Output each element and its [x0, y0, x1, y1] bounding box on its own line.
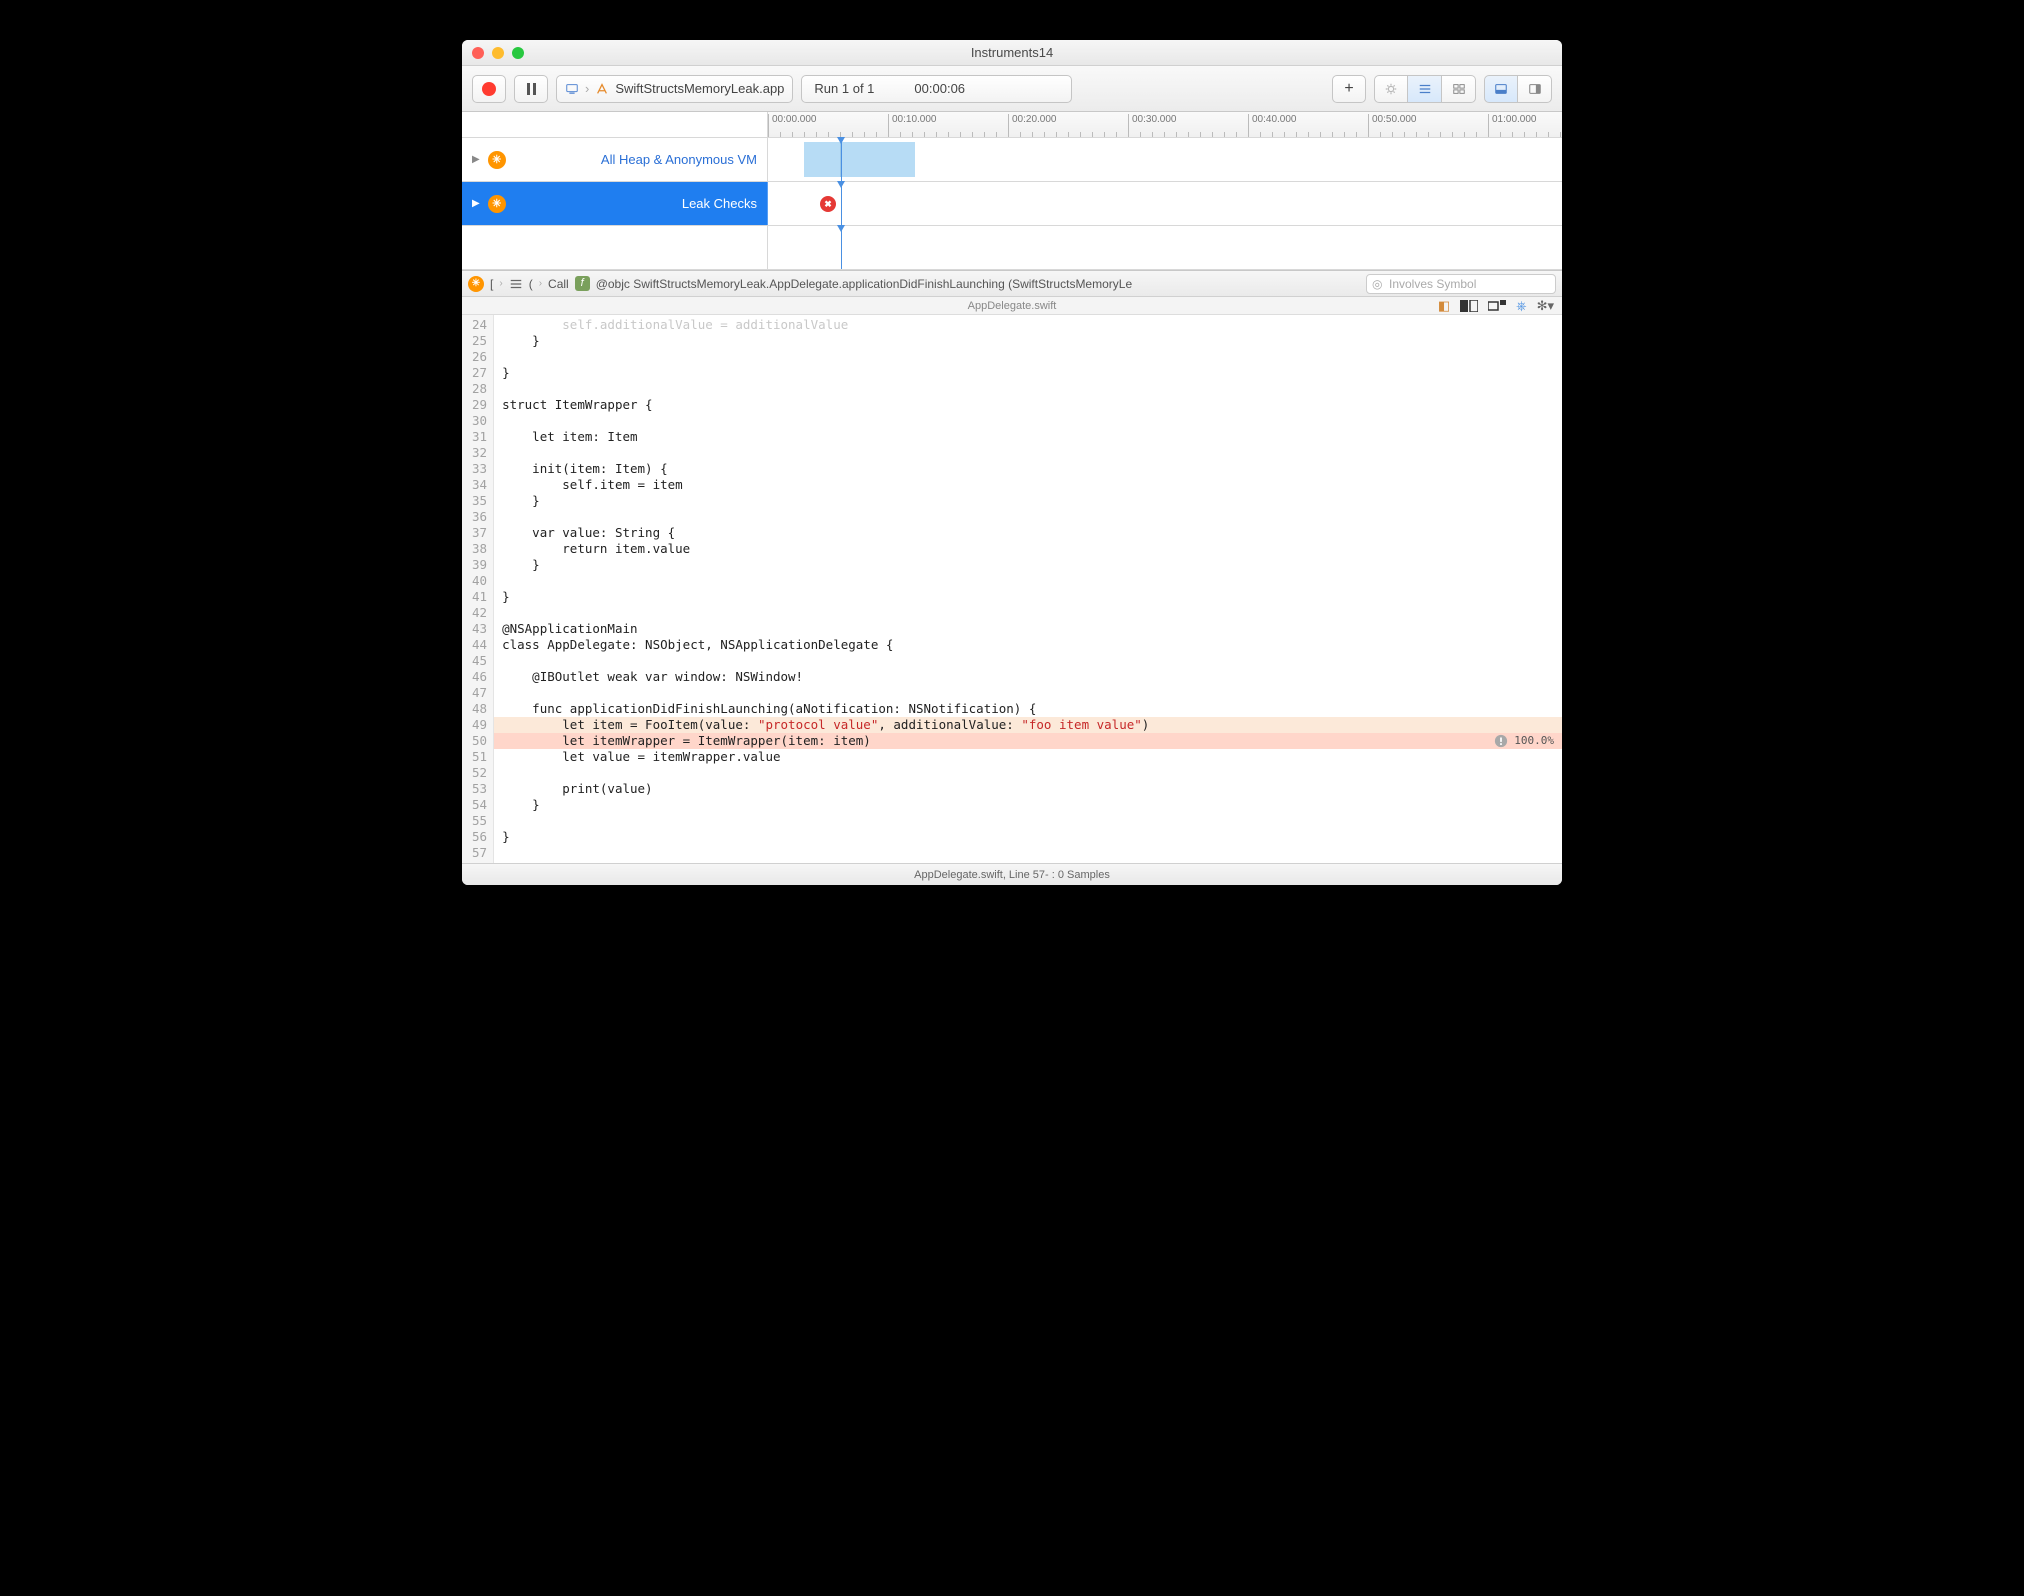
track-label: Leak Checks	[514, 196, 757, 211]
strategy-option-1[interactable]	[1374, 75, 1408, 103]
code-content[interactable]: self.additionalValue = additionalValue }…	[494, 315, 1562, 863]
elapsed-time: 00:00:06	[914, 81, 965, 96]
gear-icon[interactable]: ✻▾	[1537, 298, 1554, 314]
track-label: All Heap & Anonymous VM	[514, 152, 757, 167]
pause-icon	[527, 83, 536, 95]
view-inspector-button[interactable]	[1518, 75, 1552, 103]
track-body-allocations[interactable]	[768, 138, 1562, 181]
playhead[interactable]	[841, 226, 842, 269]
chevron-right-icon: ›	[499, 278, 502, 289]
function-icon: f	[575, 276, 590, 291]
strategy-option-3[interactable]	[1442, 75, 1476, 103]
chevron-right-icon: ›	[539, 278, 542, 289]
detail-popup-2[interactable]: (	[529, 277, 533, 291]
instruments-window: Instruments14 › SwiftStructsMemoryLeak.a…	[462, 40, 1562, 885]
track-leaks[interactable]: ▶ ✳︎ Leak Checks	[462, 182, 1562, 226]
app-icon	[595, 82, 609, 96]
main-toolbar: › SwiftStructsMemoryLeak.app Run 1 of 1 …	[462, 66, 1562, 112]
line-gutter: 2425262728293031323334353637383940414243…	[462, 315, 494, 863]
detail-toolbar: ✳︎ [ › ( › Call f @objc SwiftStructsMemo…	[462, 271, 1562, 297]
plus-icon: +	[1344, 80, 1353, 98]
file-header: AppDelegate.swift ◧ ⎈ ✻▾	[462, 297, 1562, 315]
playhead[interactable]	[841, 138, 842, 181]
track-body-leaks[interactable]	[768, 182, 1562, 225]
time-ruler[interactable]: 00:00.00000:10.00000:20.00000:30.00000:4…	[768, 112, 1562, 137]
status-bar: AppDelegate.swift, Line 57- : 0 Samples	[462, 863, 1562, 885]
gear-icon	[1384, 82, 1398, 96]
zoom-icon[interactable]	[512, 47, 524, 59]
device-icon	[565, 82, 579, 96]
run-info[interactable]: Run 1 of 1 00:00:06	[801, 75, 1071, 103]
strategy-option-2[interactable]	[1408, 75, 1442, 103]
breadcrumb[interactable]: @objc SwiftStructsMemoryLeak.AppDelegate…	[596, 277, 1360, 291]
window-title: Instruments14	[462, 45, 1562, 60]
close-icon[interactable]	[472, 47, 484, 59]
menu-icon[interactable]	[509, 277, 523, 291]
run-label: Run 1 of 1	[814, 81, 874, 96]
playhead[interactable]	[841, 182, 842, 225]
target-app-name: SwiftStructsMemoryLeak.app	[615, 81, 784, 96]
detail-popup-1[interactable]: [	[490, 277, 493, 291]
file-name: AppDelegate.swift	[968, 300, 1057, 312]
titlebar: Instruments14	[462, 40, 1562, 66]
xcode-icon[interactable]: ⎈	[1516, 298, 1526, 314]
pause-button[interactable]	[514, 75, 548, 103]
record-button[interactable]	[472, 75, 506, 103]
timeline-area: 00:00.00000:10.00000:20.00000:30.00000:4…	[462, 112, 1562, 271]
disclosure-icon[interactable]: ▶	[472, 154, 480, 165]
view-detail-button[interactable]	[1484, 75, 1518, 103]
target-selector[interactable]: › SwiftStructsMemoryLeak.app	[556, 75, 793, 103]
leaks-icon: ✳︎	[488, 195, 506, 213]
leak-marker-icon[interactable]	[820, 196, 836, 212]
grid-icon	[1452, 82, 1466, 96]
instrument-icon: ✳︎	[468, 276, 484, 292]
window-controls	[472, 47, 524, 59]
allocations-icon: ✳︎	[488, 151, 506, 169]
minimize-icon[interactable]	[492, 47, 504, 59]
track-allocations[interactable]: ▶ ✳︎ All Heap & Anonymous VM	[462, 138, 1562, 182]
status-text: AppDelegate.swift, Line 57- : 0 Samples	[914, 869, 1110, 881]
view-segment	[1484, 75, 1552, 103]
source-editor[interactable]: 2425262728293031323334353637383940414243…	[462, 315, 1562, 863]
record-icon	[482, 82, 496, 96]
chevron-right-icon: ›	[585, 81, 589, 96]
strategy-segment	[1374, 75, 1476, 103]
counterpart-icon[interactable]	[1460, 300, 1478, 312]
add-instrument-button[interactable]: +	[1332, 75, 1366, 103]
view-mode[interactable]: Call	[548, 277, 569, 291]
list-icon	[1418, 82, 1432, 96]
search-input[interactable]: Involves Symbol	[1366, 274, 1556, 294]
panel-bottom-icon	[1494, 82, 1508, 96]
disclosure-icon[interactable]: ▶	[472, 198, 480, 209]
heaviest-line-badge: 100.0%	[1494, 733, 1554, 749]
panel-right-icon	[1528, 82, 1542, 96]
track-empty	[462, 226, 1562, 270]
assistant-icon[interactable]	[1488, 300, 1506, 312]
annotation-toggle-icon[interactable]: ◧	[1438, 298, 1450, 314]
